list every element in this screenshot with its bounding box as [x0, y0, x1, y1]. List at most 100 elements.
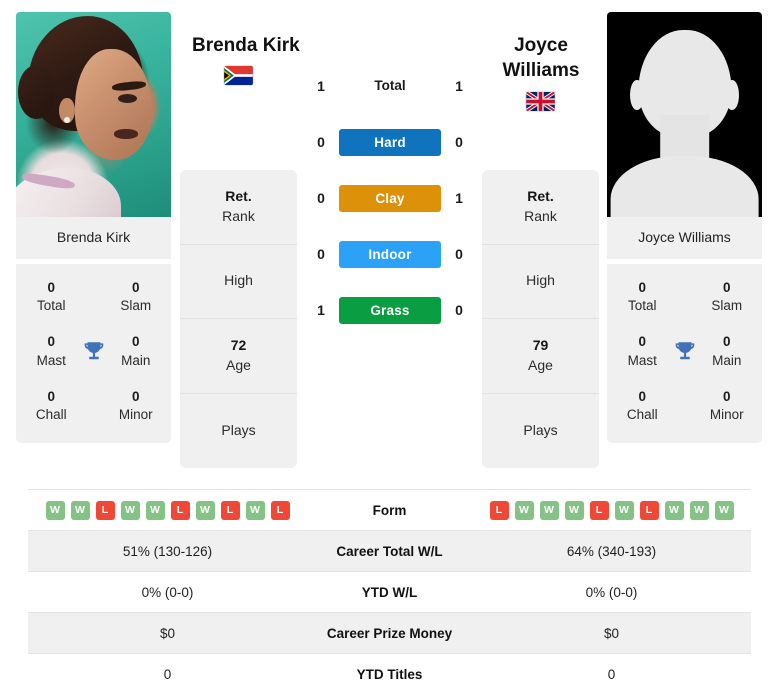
trophy-icon-svg [675, 341, 694, 359]
titles-mast-label: Mast [36, 352, 66, 368]
h2h-indoor-left: 0 [317, 246, 325, 262]
career-prize-money-left: $0 [28, 612, 307, 654]
h2h-row-hard: 0 Hard 0 [303, 114, 477, 170]
united-kingdom-flag-svg [526, 92, 555, 111]
titles-chall-value: 0 [638, 388, 646, 404]
titles-mast-label: Mast [627, 352, 657, 368]
right-info-rank-label: Rank [524, 207, 557, 224]
h2h-clay-badge-wrap: Clay [339, 184, 441, 212]
form-badge-w-5[interactable]: W [614, 500, 634, 520]
titles-mast: 0 Mast [617, 333, 668, 369]
form-badge-l-0[interactable]: L [489, 500, 509, 520]
silhouette-body [610, 155, 759, 217]
table-row-ytd-wl: 0% (0-0) YTD W/L 0% (0-0) [28, 571, 751, 613]
titles-minor-label: Minor [118, 407, 153, 423]
h2h-indoor-right: 0 [455, 246, 463, 262]
trophy-icon [77, 339, 111, 365]
h2h-total-right: 1 [455, 78, 463, 94]
form-badge-w-8[interactable]: W [689, 500, 709, 520]
comparison-stats-table: WWLWWLWLWL Form LWWWLWLWWW 51% (130-126)… [28, 489, 751, 695]
left-info-age: 72 Age [180, 319, 297, 394]
right-player-headline[interactable]: Joyce Williams [481, 33, 601, 83]
player-portrait-image [16, 12, 171, 217]
h2h-row-indoor: 0 Indoor 0 [303, 226, 477, 282]
titles-chall-label: Chall [35, 407, 67, 423]
right-info-rank: Ret. Rank [482, 170, 599, 245]
right-player-name-caption: Joyce Williams [607, 217, 762, 259]
form-badge-w-2[interactable]: W [539, 500, 559, 520]
right-info-plays: Plays [482, 394, 599, 469]
south-africa-flag-svg [224, 66, 253, 85]
form-badge-l-4[interactable]: L [589, 500, 609, 520]
player-placeholder-icon [607, 12, 762, 217]
h2h-total-left: 1 [317, 78, 325, 94]
form-badge-w-4[interactable]: W [145, 500, 165, 520]
form-badge-l-2[interactable]: L [95, 500, 115, 520]
form-badge-w-0[interactable]: W [45, 500, 65, 520]
left-player-titles-card: 0 Total 0 Slam 0 Mast 0 Main 0 Chall 0 M… [16, 264, 171, 444]
form-badge-w-3[interactable]: W [120, 500, 140, 520]
right-player-photo [607, 12, 762, 217]
h2h-hard-left: 0 [317, 134, 325, 150]
united-kingdom-flag-icon [526, 92, 555, 111]
titles-row-chall-minor: 0 Chall 0 Minor [16, 379, 171, 433]
form-badge-w-6[interactable]: W [195, 500, 215, 520]
titles-row-chall-minor: 0 Chall 0 Minor [607, 379, 762, 433]
titles-slam-label: Slam [711, 298, 743, 314]
left-info-rank: Ret. Rank [180, 170, 297, 245]
titles-chall: 0 Chall [26, 388, 77, 424]
left-player-photo [16, 12, 171, 217]
portrait-mouth [113, 128, 139, 140]
titles-slam: 0 Slam [702, 279, 753, 315]
form-badge-l-7[interactable]: L [220, 500, 240, 520]
right-player-info-card: Ret. Rank High 79 Age Plays [482, 170, 599, 468]
left-player-photo-card[interactable]: Brenda Kirk [16, 12, 171, 259]
h2h-row-grass: 1 Grass 0 [303, 282, 477, 338]
left-info-age-value: 72 [230, 337, 247, 354]
left-info-high-label: High [224, 272, 253, 289]
titles-slam-label: Slam [120, 298, 152, 314]
form-badge-l-6[interactable]: L [639, 500, 659, 520]
right-player-headline-line1: Joyce [514, 35, 568, 56]
form-badge-l-9[interactable]: L [270, 500, 290, 520]
surface-badge-indoor[interactable]: Indoor [339, 240, 441, 268]
right-player-photo-card[interactable]: Joyce Williams [607, 12, 762, 259]
titles-mast-value: 0 [638, 334, 646, 350]
titles-total: 0 Total [26, 279, 77, 315]
form-badge-l-5[interactable]: L [170, 500, 190, 520]
right-form-strip: LWWWLWLWWW [473, 500, 750, 520]
form-badge-w-8[interactable]: W [245, 500, 265, 520]
right-info-plays-label: Plays [523, 421, 558, 438]
h2h-row-clay: 0 Clay 1 [303, 170, 477, 226]
surface-badge-hard[interactable]: Hard [339, 128, 441, 156]
table-row-form: WWLWWLWLWL Form LWWWLWLWWW [28, 489, 751, 531]
left-info-rank-label: Rank [222, 207, 255, 224]
titles-main-value: 0 [722, 334, 731, 350]
right-player-headline-line2: Williams [502, 60, 580, 82]
left-player-headline[interactable]: Brenda Kirk [192, 33, 322, 58]
career-total-wl-right: 64% (340-193) [472, 530, 751, 572]
ytd-titles-right: 0 [472, 653, 751, 695]
table-row-career-prize-money: $0 Career Prize Money $0 [28, 612, 751, 654]
titles-minor: 0 Minor [111, 388, 162, 424]
titles-chall-value: 0 [47, 388, 55, 404]
form-badge-w-7[interactable]: W [664, 500, 684, 520]
form-badge-w-3[interactable]: W [564, 500, 584, 520]
h2h-clay-right: 1 [455, 190, 463, 206]
titles-mast-value: 0 [47, 334, 55, 350]
form-badge-w-1[interactable]: W [70, 500, 90, 520]
left-info-plays: Plays [180, 394, 297, 469]
titles-total-label: Total [36, 298, 66, 314]
surface-badge-grass[interactable]: Grass [339, 296, 441, 324]
trophy-icon [668, 339, 702, 365]
form-badge-w-1[interactable]: W [514, 500, 534, 520]
h2h-indoor-badge-wrap: Indoor [339, 240, 441, 268]
h2h-hard-badge-wrap: Hard [339, 128, 441, 156]
form-badge-w-9[interactable]: W [714, 500, 734, 520]
titles-total-value: 0 [47, 280, 55, 295]
row-label-form: Form [307, 489, 472, 531]
titles-total: 0 Total [617, 279, 668, 315]
silhouette-ear-right [724, 79, 739, 111]
surface-badge-clay[interactable]: Clay [339, 184, 441, 212]
row-label-ytd-wl: YTD W/L [307, 571, 472, 613]
